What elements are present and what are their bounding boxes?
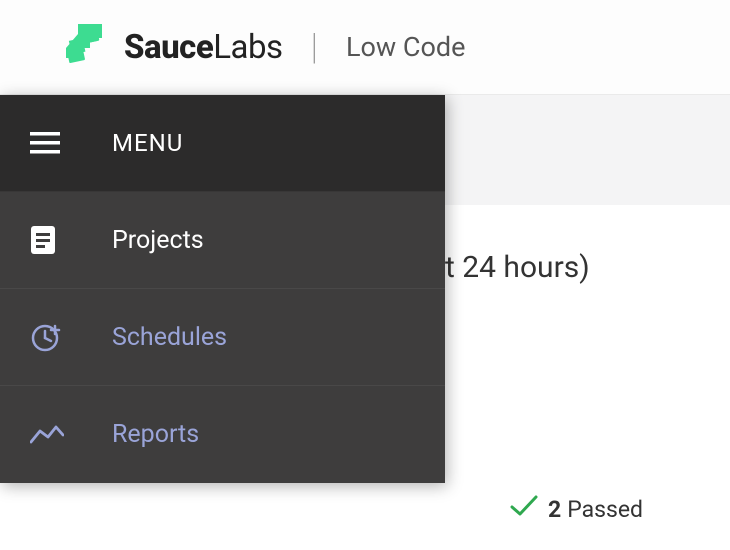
content-title-partial: t 24 hours)	[445, 250, 590, 285]
checkmark-icon	[510, 495, 538, 523]
brand-name: SauceLabs	[124, 28, 283, 67]
sidebar-item-schedules-label: Schedules	[112, 323, 227, 352]
sidebar-item-reports[interactable]: Reports	[0, 386, 445, 483]
sidebar-item-schedules[interactable]: Schedules	[0, 289, 445, 386]
sidebar-item-projects-label: Projects	[112, 226, 204, 255]
document-icon	[30, 225, 74, 255]
app-window: SauceLabs | Low Code t 24 hours) 2 Passe…	[0, 0, 730, 550]
brand-bold: Sauce	[124, 28, 213, 67]
clock-plus-icon	[30, 321, 74, 353]
brand-light: Labs	[213, 28, 282, 67]
top-bar: SauceLabs | Low Code	[0, 0, 730, 95]
brand-sub: Low Code	[346, 31, 465, 63]
menu-label: MENU	[112, 129, 183, 157]
menu-toggle[interactable]: MENU	[0, 95, 445, 192]
side-nav: MENU Projects	[0, 95, 445, 483]
status-passed: 2 Passed	[510, 495, 643, 523]
brand-logo[interactable]: SauceLabs | Low Code	[60, 22, 465, 72]
sidebar-item-projects[interactable]: Projects	[0, 192, 445, 289]
status-passed-label: Passed	[567, 496, 643, 523]
chart-line-icon	[30, 425, 74, 445]
status-passed-count: 2	[548, 496, 561, 523]
sidebar-item-reports-label: Reports	[112, 420, 199, 449]
saucelabs-logo-icon	[60, 22, 106, 72]
brand-divider: |	[311, 26, 318, 68]
hamburger-icon	[30, 132, 74, 154]
